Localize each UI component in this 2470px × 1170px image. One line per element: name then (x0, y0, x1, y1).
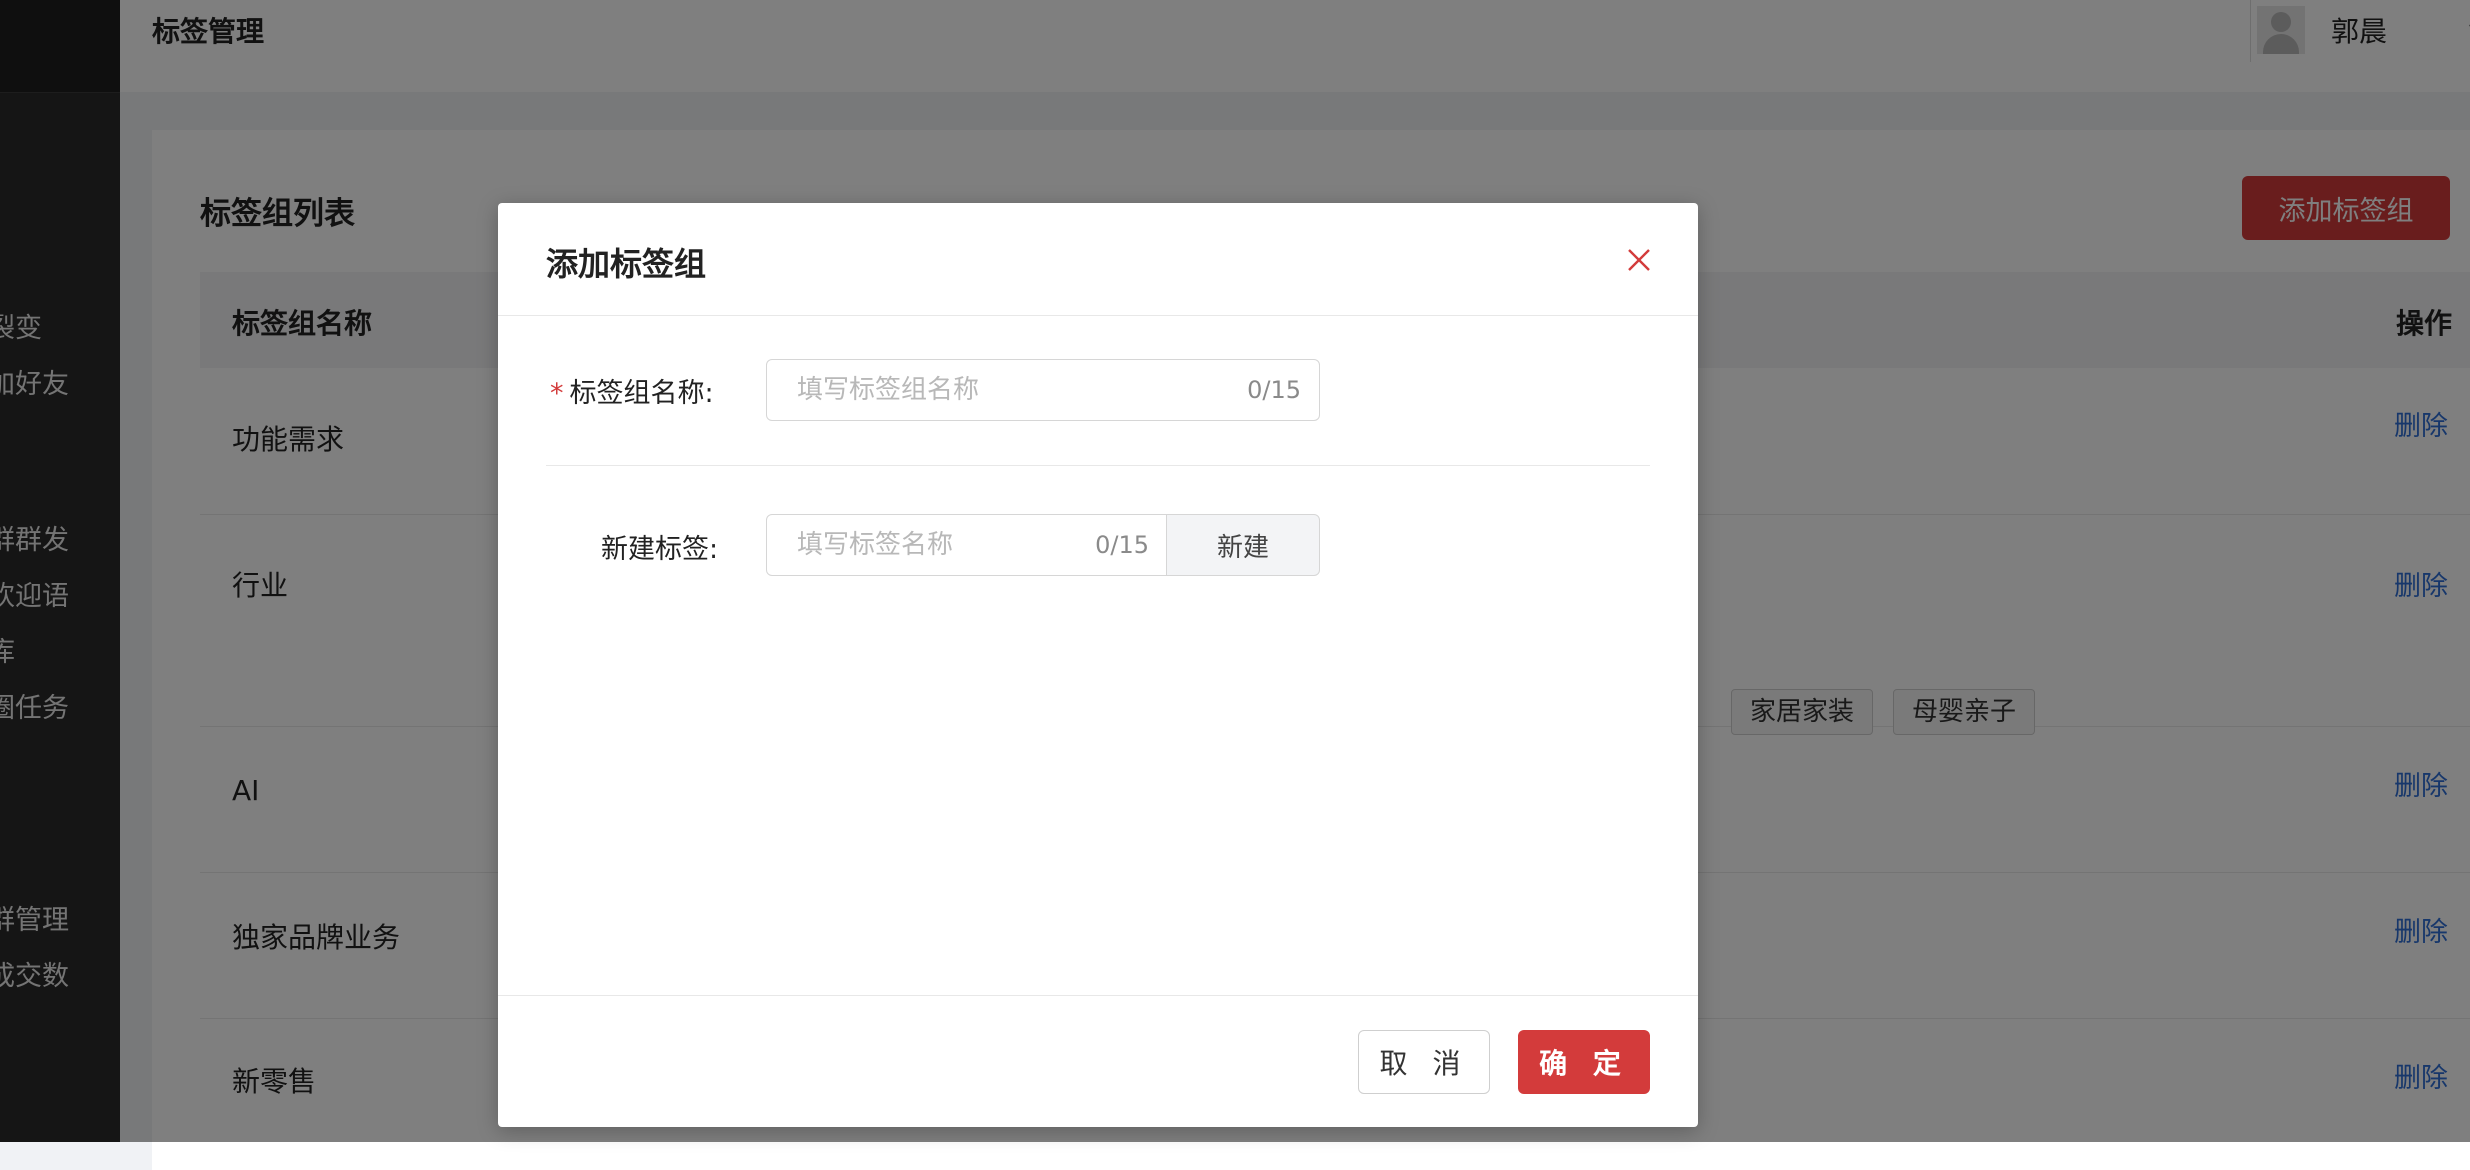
create-tag-button[interactable]: 新建 (1166, 514, 1320, 576)
dialog-header: 添加标签组 (498, 203, 1698, 316)
group-name-counter: 0/15 (1247, 376, 1301, 404)
close-icon[interactable] (1624, 245, 1654, 275)
dialog-footer: 取 消 确 定 (498, 995, 1698, 1128)
dialog-title: 添加标签组 (546, 245, 707, 283)
required-asterisk: * (550, 378, 564, 409)
new-tag-input[interactable] (797, 515, 1087, 575)
group-name-input[interactable] (797, 360, 1227, 420)
group-name-label: * 标签组名称: (550, 378, 714, 409)
add-tag-group-dialog: 添加标签组 *标签组名称: 0/15 新建标签: 0/15 新建 取 消 确 定 (498, 203, 1698, 1127)
confirm-button[interactable]: 确 定 (1518, 1030, 1650, 1094)
new-tag-input-wrapper: 0/15 (766, 514, 1168, 576)
group-name-input-wrapper: 0/15 (766, 359, 1320, 421)
new-tag-counter: 0/15 (1095, 531, 1149, 559)
new-tag-label: 新建标签: (601, 534, 719, 565)
cancel-button[interactable]: 取 消 (1358, 1030, 1490, 1094)
